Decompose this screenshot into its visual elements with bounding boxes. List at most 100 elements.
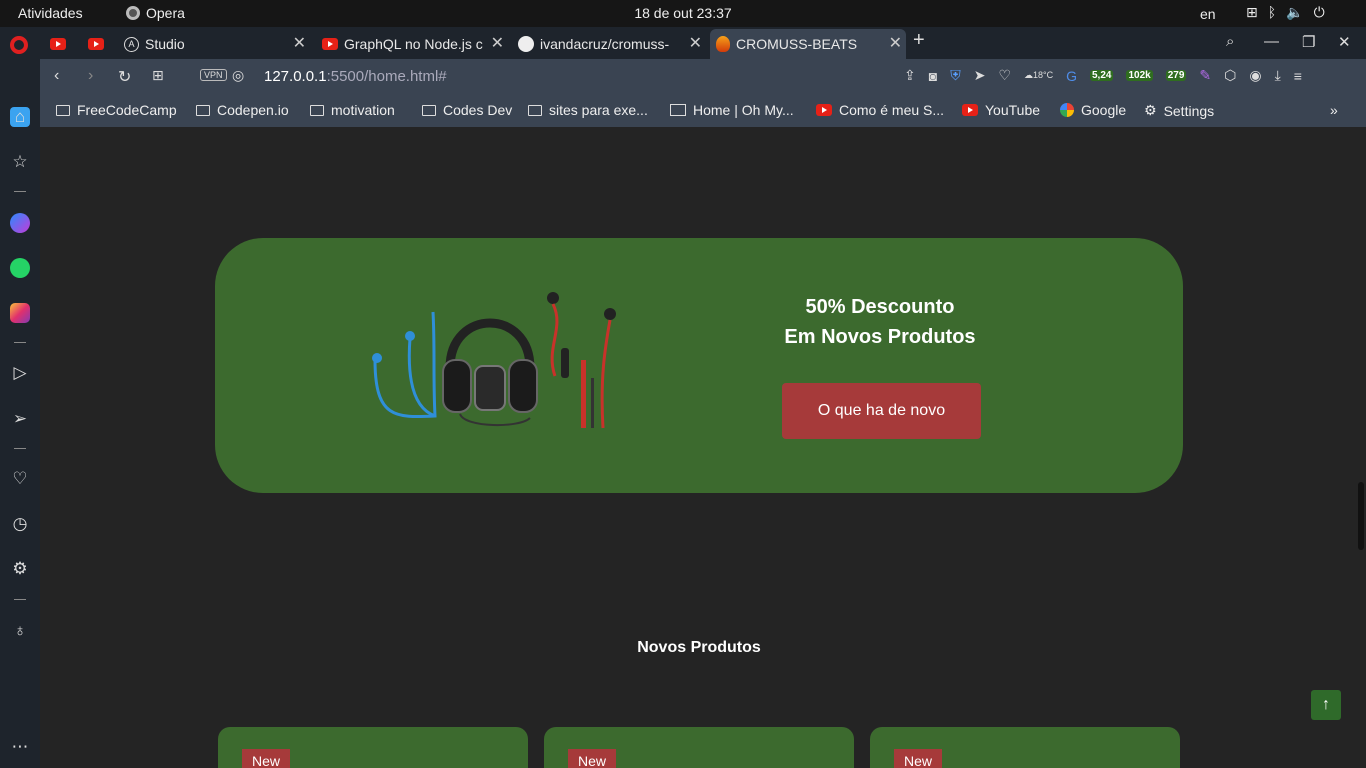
bookmark-codepen[interactable]: Codepen.io bbox=[196, 102, 289, 118]
messenger-icon[interactable] bbox=[10, 213, 30, 233]
page-content: 50% Descounto Em Novos Produtos O que ha… bbox=[40, 127, 1355, 768]
network-icon[interactable]: ⊞ bbox=[1246, 4, 1258, 21]
clock[interactable]: 18 de out 23:37 bbox=[0, 5, 1366, 21]
new-tag: New bbox=[242, 749, 291, 768]
tab-youtube-1[interactable] bbox=[44, 29, 76, 59]
restore-icon[interactable]: ❐ bbox=[1302, 33, 1315, 51]
close-window-icon[interactable]: ✕ bbox=[1338, 33, 1351, 51]
send-icon[interactable]: ➢ bbox=[10, 409, 30, 429]
close-icon[interactable]: ✕ bbox=[293, 33, 306, 53]
send-icon[interactable]: ➤ bbox=[974, 67, 986, 84]
tabs-grid-icon[interactable]: ⊞ bbox=[152, 67, 164, 84]
fire-icon bbox=[716, 36, 730, 52]
search-tabs-icon[interactable]: ⌕ bbox=[1226, 33, 1234, 50]
tab-cromuss-beats[interactable]: CROMUSS-BEATS ✕ bbox=[710, 29, 906, 59]
bookmark-como[interactable]: Como é meu S... bbox=[816, 102, 944, 118]
system-top-bar: Atividades Opera 18 de out 23:37 en ⊞ ᛒ … bbox=[0, 0, 1366, 27]
weather-widget[interactable]: ☁18°C bbox=[1024, 70, 1053, 81]
bookmark-label: Codepen.io bbox=[217, 102, 289, 118]
product-card[interactable]: New bbox=[218, 727, 528, 768]
heart-icon[interactable]: ♡ bbox=[998, 67, 1011, 84]
language-indicator[interactable]: en bbox=[1200, 6, 1216, 22]
weather-temp: 18°C bbox=[1033, 70, 1054, 80]
vpn-badge[interactable]: VPN bbox=[200, 69, 227, 81]
whats-new-button[interactable]: O que ha de novo bbox=[782, 383, 981, 439]
whatsapp-icon[interactable] bbox=[10, 258, 30, 278]
bookmark-codes-dev[interactable]: Codes Dev bbox=[422, 102, 512, 118]
more-options-icon[interactable]: ⋯ bbox=[10, 737, 30, 757]
profile-icon[interactable]: ◉ bbox=[1249, 67, 1261, 84]
sidebar-divider bbox=[14, 448, 26, 449]
scroll-to-top-button[interactable]: ↑ bbox=[1311, 690, 1341, 720]
power-icon[interactable]: ⏻ bbox=[1314, 4, 1325, 21]
sidebar-divider bbox=[14, 599, 26, 600]
tab-studio[interactable]: A Studio ✕ bbox=[118, 29, 310, 59]
crypto-badge[interactable]: 5,24 bbox=[1090, 70, 1114, 81]
bookmark-freecodecamp[interactable]: FreeCodeCamp bbox=[56, 102, 177, 118]
download-icon[interactable]: ⤓ bbox=[1275, 67, 1281, 84]
instagram-icon[interactable] bbox=[10, 303, 30, 323]
opera-menu-icon[interactable] bbox=[10, 36, 28, 54]
shield-icon[interactable]: ⛨ bbox=[950, 67, 961, 84]
back-icon[interactable]: ‹ bbox=[54, 67, 59, 85]
promo-line-1: 50% Descounto bbox=[805, 296, 955, 318]
reload-icon[interactable]: ↻ bbox=[118, 67, 131, 87]
more-bookmarks-icon[interactable]: » bbox=[1330, 102, 1338, 118]
translate-icon[interactable]: G bbox=[1066, 68, 1077, 84]
tab-github[interactable]: ivandacruz/cromuss- ✕ bbox=[512, 29, 706, 59]
terminal-icon bbox=[670, 104, 686, 116]
bookmark-google[interactable]: Google bbox=[1060, 102, 1126, 118]
new-tab-button[interactable]: + bbox=[913, 29, 925, 52]
youtube-icon bbox=[88, 38, 104, 50]
home-icon[interactable]: ⌂ bbox=[10, 107, 30, 127]
bookmark-motivation[interactable]: motivation bbox=[310, 102, 395, 118]
globe-icon: ◎ bbox=[232, 67, 245, 83]
tab-graphql[interactable]: GraphQL no Node.js c ✕ bbox=[316, 29, 508, 59]
headphones-product-image bbox=[372, 292, 616, 429]
forward-icon[interactable]: › bbox=[88, 67, 93, 85]
folder-icon bbox=[528, 104, 542, 116]
extension-icon[interactable]: ✎ bbox=[1199, 67, 1211, 84]
page-scrollbar[interactable] bbox=[1355, 127, 1366, 768]
close-icon[interactable]: ✕ bbox=[889, 33, 902, 53]
product-card[interactable]: New bbox=[870, 727, 1180, 768]
count-badge-2[interactable]: 279 bbox=[1165, 70, 1187, 81]
url-path: :5500/home.html# bbox=[326, 68, 447, 85]
bookmark-label: YouTube bbox=[985, 102, 1041, 118]
cube-icon[interactable]: ⬡ bbox=[1224, 67, 1236, 84]
bluetooth-icon[interactable]: ᛒ bbox=[1268, 4, 1276, 21]
bookmark-oh-my[interactable]: Home | Oh My... bbox=[670, 102, 794, 118]
tab-label: GraphQL no Node.js c bbox=[344, 36, 483, 52]
url-field[interactable]: 127.0.0.1:5500/home.html# bbox=[264, 68, 447, 85]
bookmark-youtube[interactable]: YouTube bbox=[962, 102, 1040, 118]
folder-icon bbox=[422, 104, 436, 116]
share-icon[interactable]: ⇪ bbox=[904, 67, 916, 84]
new-tag: New bbox=[894, 749, 943, 768]
bookmark-sites[interactable]: sites para exe... bbox=[528, 102, 648, 118]
folder-icon bbox=[310, 104, 324, 116]
player-icon[interactable]: ▷ bbox=[10, 363, 30, 383]
promo-heading: 50% Descounto Em Novos Produtos bbox=[755, 292, 1005, 352]
lightbulb-icon[interactable]: ♁ bbox=[10, 621, 30, 641]
camera-icon[interactable]: ◙ bbox=[929, 68, 937, 84]
bookmark-label: Google bbox=[1081, 102, 1127, 118]
scrollbar-thumb[interactable] bbox=[1358, 482, 1364, 550]
bookmark-label: Settings bbox=[1163, 102, 1215, 119]
count-badge-1[interactable]: 102k bbox=[1126, 70, 1153, 81]
minimize-icon[interactable]: — bbox=[1264, 33, 1279, 50]
volume-icon[interactable]: 🔈 bbox=[1286, 4, 1303, 21]
star-icon[interactable]: ☆ bbox=[10, 152, 30, 172]
history-icon[interactable]: ◷ bbox=[10, 514, 30, 534]
promo-banner: 50% Descounto Em Novos Produtos O que ha… bbox=[215, 238, 1183, 493]
heart-icon[interactable]: ♡ bbox=[10, 469, 30, 489]
close-icon[interactable]: ✕ bbox=[689, 33, 702, 53]
product-card[interactable]: New bbox=[544, 727, 854, 768]
easy-setup-icon[interactable]: ≡ bbox=[1294, 68, 1302, 84]
opera-sidebar: ⌂ ☆ ▷ ➢ ♡ ◷ ⚙ ♁ ⋯ bbox=[0, 59, 40, 768]
gear-icon[interactable]: ⚙ bbox=[10, 559, 30, 579]
bookmark-label: sites para exe... bbox=[549, 102, 648, 118]
tab-youtube-2[interactable] bbox=[82, 29, 114, 59]
system-tray[interactable]: ⊞ ᛒ 🔈 ⏻ bbox=[1246, 4, 1325, 21]
close-icon[interactable]: ✕ bbox=[491, 33, 504, 53]
bookmark-settings[interactable]: ⚙ Settings bbox=[1144, 102, 1214, 119]
